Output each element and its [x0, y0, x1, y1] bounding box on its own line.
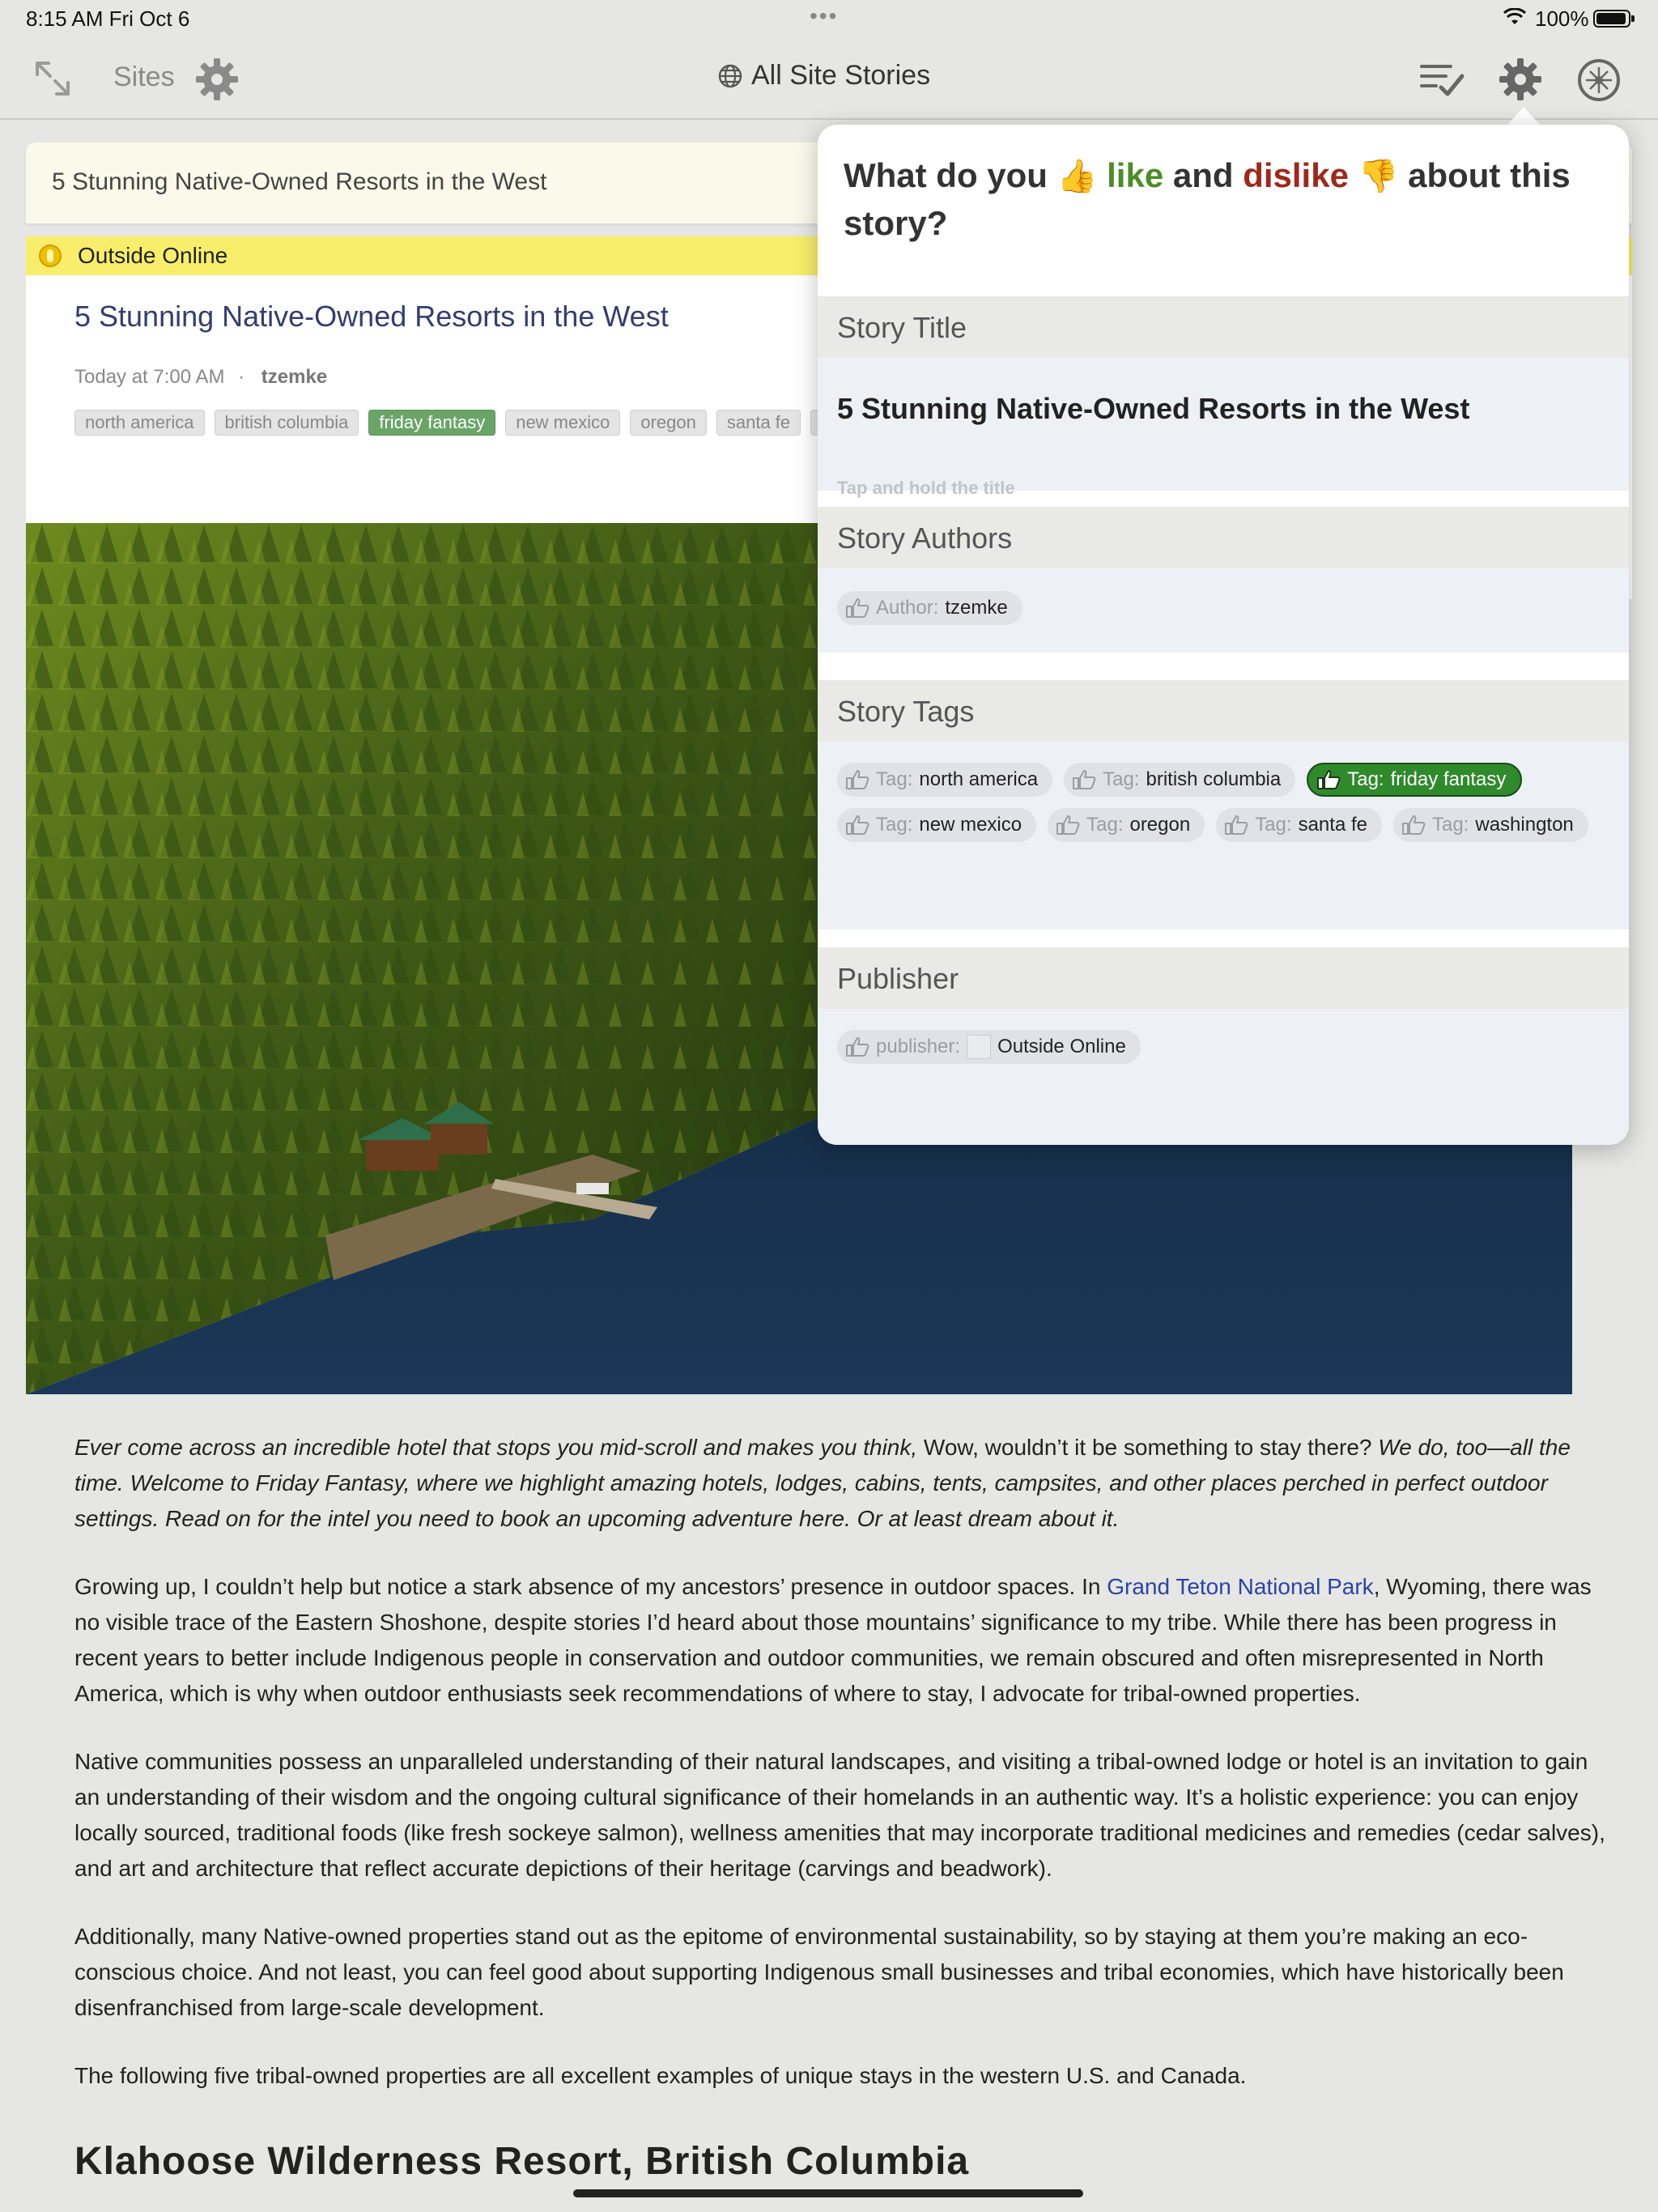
section-publisher: Publisher [818, 947, 1629, 1009]
story-title-body: 5 Stunning Native-Owned Resorts in the W… [818, 358, 1629, 498]
thumbs-up-icon [1056, 815, 1080, 835]
expand-icon[interactable] [32, 58, 73, 99]
thumbs-up-icon [1317, 770, 1341, 789]
home-indicator[interactable] [573, 2189, 1083, 2197]
story-tag[interactable]: british columbia [214, 410, 359, 436]
thumbs-up-icon [1225, 815, 1248, 835]
story-paragraph: The following five tribal-owned properti… [74, 2063, 1247, 2088]
status-bar: 8:15 AM Fri Oct 6 ••• 100% [0, 0, 1658, 39]
section-story-title: Story Title [818, 296, 1629, 358]
meta-separator: · [238, 366, 245, 388]
story-tag[interactable]: santa fe [716, 410, 801, 436]
gear-icon[interactable] [1498, 57, 1543, 102]
tag-chip[interactable]: Tag: washington [1392, 808, 1588, 842]
sites-button[interactable]: Sites [113, 62, 175, 93]
tag-chip[interactable]: Tag: new mexico [837, 808, 1037, 842]
story-tag-liked[interactable]: friday fantasy [368, 410, 496, 436]
feed-title-button[interactable]: All Site Stories [717, 60, 930, 91]
story-tags: north america british columbia friday fa… [74, 410, 874, 436]
story-paragraph: Additionally, many Native-owned properti… [74, 1924, 1564, 2020]
thumbs-up-emoji: 👍 [1056, 159, 1098, 194]
status-time: 8:15 AM Fri Oct 6 [26, 6, 190, 31]
tag-chip[interactable]: Tag: santa fe [1216, 808, 1382, 842]
story-subheading: Klahoose Wilderness Resort, British Colu… [74, 2140, 970, 2183]
tag-chip[interactable]: Tag: british columbia [1064, 763, 1296, 797]
globe-icon [718, 64, 742, 87]
feed-name: Outside Online [78, 243, 228, 268]
publisher-chip[interactable]: publisher: Outside Online [837, 1030, 1141, 1064]
story-tags-body: Tag: north america Tag: british columbia T… [818, 742, 1629, 929]
mark-read-icon[interactable] [1418, 62, 1465, 97]
wifi-icon [1503, 8, 1527, 24]
tag-chip-liked[interactable]: Tag: friday fantasy [1307, 763, 1523, 797]
story-paragraph: Native communities possess an unparallel… [74, 1749, 1605, 1881]
popover-arrow [1506, 107, 1541, 126]
thumbs-up-icon [1073, 770, 1096, 789]
story-paragraph: Growing up, I couldn’t help but notice a… [74, 1574, 1592, 1706]
tag-chip[interactable]: Tag: oregon [1048, 808, 1205, 842]
story-tag[interactable]: new mexico [505, 410, 621, 436]
trainer-question: What do you 👍 like and dislike 👎 about t… [844, 156, 1571, 242]
section-story-tags: Story Tags [818, 680, 1629, 742]
story-authors-body: Author: tzemke [818, 568, 1629, 653]
story-date: Today at 7:00 AM [74, 366, 225, 388]
battery-percent: 100% [1535, 6, 1589, 31]
thumbs-up-icon [846, 1037, 869, 1057]
thumbs-up-icon [846, 770, 869, 789]
page-title: All Site Stories [751, 60, 931, 91]
multitasking-dots[interactable]: ••• [810, 3, 838, 29]
publisher-body: publisher: Outside Online [818, 1009, 1629, 1145]
story-body: Ever come across an incredible hotel tha… [74, 1430, 1613, 2126]
story-meta: Today at 7:00 AM · tzemke [74, 366, 327, 389]
story-link[interactable]: Grand Teton National Park [1107, 1574, 1373, 1599]
toolbar: Sites All Site Stories [0, 39, 1658, 120]
story-author[interactable]: tzemke [261, 366, 327, 388]
gear-icon[interactable] [194, 57, 240, 102]
thumbs-up-icon [846, 815, 869, 835]
tag-chip[interactable]: Tag: north america [837, 763, 1053, 797]
story-tag[interactable]: north america [74, 410, 205, 436]
thumbs-down-emoji: 👎 [1358, 159, 1399, 194]
section-story-authors: Story Authors [818, 507, 1629, 568]
story-trainer-popover: What do you 👍 like and dislike 👎 about t… [818, 125, 1629, 1145]
publisher-favicon-icon [967, 1035, 992, 1059]
battery-icon [1593, 10, 1635, 28]
story-tag[interactable]: oregon [630, 410, 707, 436]
story-paragraph: Ever come across an incredible hotel tha… [74, 1435, 1571, 1531]
author-chip[interactable]: Author: tzemke [837, 591, 1022, 625]
story-title[interactable]: 5 Stunning Native-Owned Resorts in the W… [74, 300, 669, 334]
compass-icon[interactable] [1575, 57, 1622, 104]
thumbs-up-icon [846, 598, 869, 618]
trainer-title-text[interactable]: 5 Stunning Native-Owned Resorts in the W… [837, 392, 1469, 426]
story-bar-title: 5 Stunning Native-Owned Resorts in the W… [52, 168, 547, 195]
thumbs-up-icon [1401, 815, 1426, 835]
feed-favicon-icon [39, 245, 62, 267]
title-hint: Tap and hold the title [837, 478, 1015, 498]
